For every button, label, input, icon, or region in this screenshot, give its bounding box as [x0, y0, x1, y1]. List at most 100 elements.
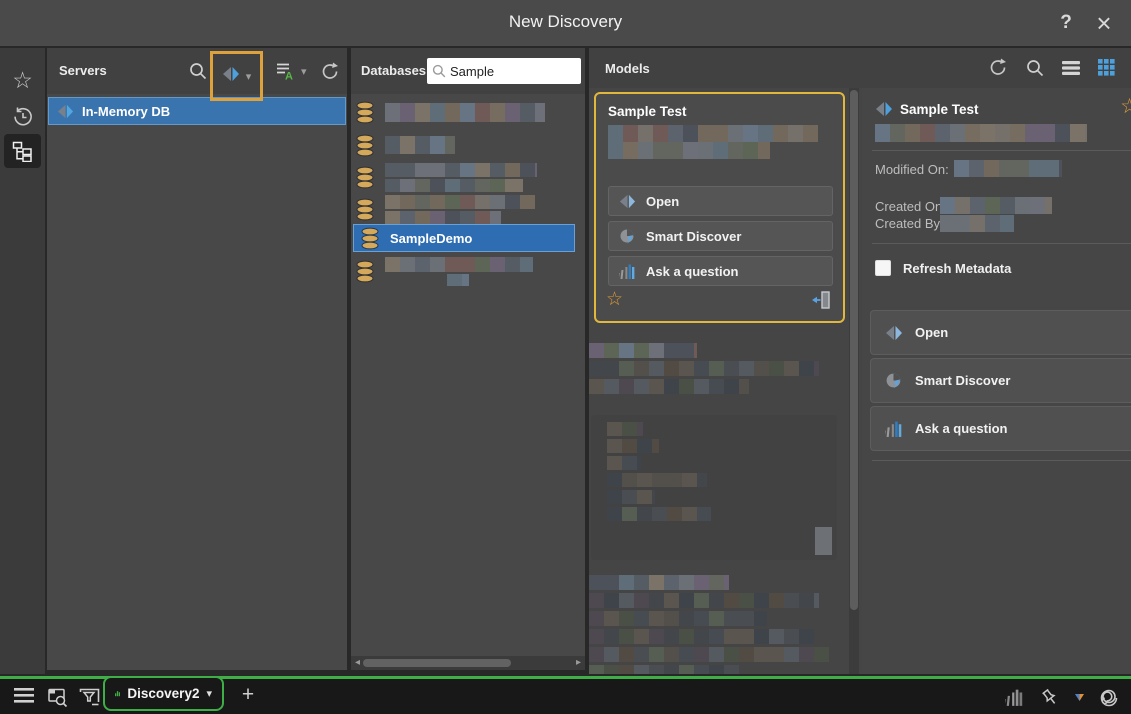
redacted-text [589, 593, 819, 608]
redacted-text [385, 257, 533, 272]
sort-caret-icon[interactable]: ▾ [301, 65, 307, 78]
server-type-button[interactable] [222, 65, 240, 88]
created-on-label: Created On: [875, 199, 946, 214]
search-icon [189, 62, 207, 80]
redacted-text [608, 142, 770, 159]
exit-door-icon[interactable] [811, 290, 831, 315]
menu-button[interactable] [14, 688, 34, 708]
ask-question-icon [619, 263, 636, 280]
pyramid-diamond-icon [619, 193, 636, 210]
ask-question-button[interactable]: Ask a question [608, 256, 833, 286]
servers-header: Servers A ▾ [47, 48, 347, 94]
svg-text:A: A [285, 71, 293, 82]
smart-discover-label: Smart Discover [646, 229, 741, 244]
database-row-redacted[interactable] [355, 130, 455, 160]
preview-search-button[interactable] [47, 688, 68, 712]
close-button[interactable]: × [1089, 8, 1119, 38]
created-by-label: Created By: [875, 216, 944, 231]
scroll-right-icon[interactable]: ▸ [576, 657, 581, 668]
scrollbar-thumb[interactable] [850, 90, 858, 610]
favorite-star-icon[interactable]: ☆ [1120, 94, 1131, 119]
content-tree-button[interactable] [4, 134, 41, 168]
server-type-caret-icon[interactable]: ▾ [246, 70, 252, 83]
pin-icon[interactable] [1039, 687, 1060, 708]
database-icon [360, 227, 381, 250]
databases-horizontal-scrollbar[interactable]: ◂ ▸ [351, 656, 585, 670]
redacted-text [385, 211, 501, 224]
spiral-icon[interactable] [1099, 688, 1119, 708]
servers-search-button[interactable] [189, 62, 207, 85]
server-name: In-Memory DB [82, 104, 170, 119]
highlight-box: ▾ [210, 51, 263, 101]
favorites-button[interactable]: ☆ [4, 63, 41, 97]
redacted-text [589, 629, 814, 644]
ask-question-button[interactable]: Ask a question [870, 406, 1131, 451]
redacted-text [385, 195, 535, 209]
sort-button[interactable]: A [275, 61, 295, 86]
list-view-icon[interactable] [1062, 60, 1080, 76]
ask-question-icon[interactable] [1005, 688, 1024, 707]
model-card-sample-test[interactable]: Sample Test Open Smart Discover Ask a qu… [594, 92, 845, 323]
redacted-text [589, 665, 739, 674]
favorite-star-icon[interactable]: ☆ [606, 288, 623, 311]
tree-icon [12, 141, 33, 162]
open-button[interactable]: Open [608, 186, 833, 216]
model-card-redacted[interactable] [591, 415, 837, 560]
smart-discover-button[interactable]: Smart Discover [608, 221, 833, 251]
database-row-redacted[interactable] [355, 194, 535, 224]
database-row-sampledemo[interactable]: SampleDemo [353, 224, 575, 252]
database-row-redacted[interactable] [355, 256, 533, 286]
smart-discover-label: Smart Discover [915, 373, 1010, 388]
details-title: Sample Test [900, 102, 979, 117]
redacted-text [954, 160, 1062, 177]
database-icon [355, 134, 376, 157]
redacted-text [607, 507, 711, 521]
scrollbar-thumb[interactable] [363, 659, 511, 667]
redacted-text [607, 473, 707, 487]
databases-title: Databases [361, 63, 426, 78]
models-header: Models [589, 48, 1131, 88]
tab-caret-icon[interactable]: ▾ [206, 687, 212, 700]
servers-refresh-button[interactable] [321, 62, 340, 86]
redacted-text [940, 215, 1014, 232]
history-icon [12, 106, 34, 128]
tab-discovery2[interactable]: Discovery2 ▾ [103, 676, 224, 711]
database-row-redacted[interactable] [355, 162, 537, 192]
help-button[interactable]: ? [1051, 8, 1081, 38]
model-card-title: Sample Test [608, 104, 687, 119]
refresh-metadata-label: Refresh Metadata [903, 261, 1011, 276]
open-button[interactable]: Open [870, 310, 1131, 355]
server-row-in-memory-db[interactable]: In-Memory DB [48, 97, 346, 125]
search-icon[interactable] [1026, 59, 1044, 77]
databases-panel: Databases [351, 48, 585, 670]
tab-label: Discovery2 [127, 686, 199, 701]
ask-question-icon [885, 420, 903, 438]
left-rail: ☆ [0, 48, 45, 674]
redacted-text [607, 422, 643, 436]
refresh-icon [321, 62, 340, 81]
database-row-redacted[interactable] [355, 97, 545, 127]
filter-view-button[interactable] [79, 688, 100, 711]
star-icon: ☆ [12, 67, 33, 94]
smart-discover-icon [885, 372, 903, 390]
refresh-icon[interactable] [989, 58, 1008, 77]
scroll-left-icon[interactable]: ◂ [355, 657, 360, 668]
redacted-text [589, 379, 749, 394]
smart-discover-button[interactable]: Smart Discover [870, 358, 1131, 403]
database-icon [355, 260, 376, 283]
ask-question-label: Ask a question [915, 421, 1007, 436]
history-button[interactable] [4, 100, 41, 134]
database-icon [355, 166, 376, 189]
grid-view-icon[interactable] [1098, 59, 1115, 76]
databases-search-input[interactable] [450, 64, 568, 79]
smart-discover-icon [619, 228, 636, 245]
ask-question-label: Ask a question [646, 264, 738, 279]
refresh-metadata-checkbox[interactable] [875, 260, 891, 276]
pyramid-diamond-icon [222, 65, 240, 83]
divider [872, 460, 1131, 461]
models-title: Models [605, 61, 650, 76]
pin-options-caret-icon[interactable] [1075, 694, 1084, 701]
new-tab-button[interactable]: + [237, 683, 259, 707]
models-vertical-scrollbar[interactable] [849, 88, 859, 674]
bar-chart-icon [115, 686, 120, 701]
